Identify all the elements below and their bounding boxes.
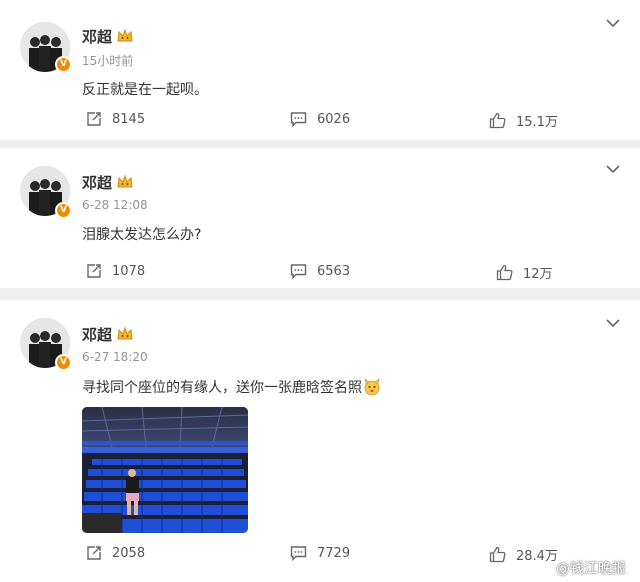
comment-icon [290,546,307,561]
chevron-down-icon[interactable] [606,318,620,328]
like-icon [496,264,513,281]
chevron-down-icon[interactable] [606,18,620,28]
like-count: 12万 [523,267,553,282]
verified-badge-icon: V [55,202,72,219]
watermark-text: @钱江晚报 [556,561,626,577]
comment-button[interactable]: 6026 [290,111,350,127]
crown-icon [117,28,133,42]
like-button[interactable]: 15.1万 [489,111,558,130]
repost-count: 8145 [112,111,146,127]
weibo-post-2: V 邓超 6-28 12:08 泪腺太发达怎么办? 1078 6563 12万 [0,148,640,288]
post-text-content: 寻找同个座位的有缘人，送你一张鹿晗签名照 [82,380,362,396]
like-icon [489,546,506,563]
repost-count: 2058 [112,545,146,561]
comment-button[interactable]: 6563 [290,263,350,279]
repost-icon [87,546,101,560]
repost-icon [87,264,101,278]
repost-count: 1078 [112,263,146,279]
post-photo[interactable] [82,407,248,533]
weibo-post-1: V 邓超 15小时前 反正就是在一起呗。 8145 6026 15.1万 [0,0,640,140]
crown-icon [117,326,133,340]
username[interactable]: 邓超 [82,26,112,47]
repost-icon [87,112,101,126]
verified-badge-icon: V [55,354,72,371]
post-time[interactable]: 15小时前 [82,52,133,69]
chevron-down-icon[interactable] [606,164,620,174]
username[interactable]: 邓超 [82,172,112,193]
watermark: @钱江晚报 [533,558,626,578]
repost-button[interactable]: 8145 [86,111,145,127]
verified-badge-icon: V [55,56,72,73]
post-time[interactable]: 6-28 12:08 [82,198,148,212]
like-count: 15.1万 [516,115,558,130]
comment-button[interactable]: 7729 [290,545,350,561]
repost-button[interactable]: 1078 [86,263,145,279]
post-text: 泪腺太发达怎么办? [82,227,202,243]
post-time[interactable]: 6-27 18:20 [82,350,148,364]
post-text: 寻找同个座位的有缘人，送你一张鹿晗签名照 [82,377,381,397]
comment-count: 6563 [317,263,351,279]
weibo-post-3: V 邓超 6-27 18:20 寻找同个座位的有缘人，送你一张鹿晗签名照 205… [0,300,640,582]
weibo-logo-icon [533,562,552,576]
like-icon [489,112,506,129]
repost-button[interactable]: 2058 [86,545,145,561]
emoji-icon [364,378,380,396]
comment-icon [290,264,307,279]
like-button[interactable]: 12万 [496,263,553,282]
comment-count: 7729 [317,545,351,561]
comment-icon [290,112,307,127]
comment-count: 6026 [317,111,351,127]
post-text: 反正就是在一起呗。 [82,82,208,98]
crown-icon [117,174,133,188]
username[interactable]: 邓超 [82,324,112,345]
